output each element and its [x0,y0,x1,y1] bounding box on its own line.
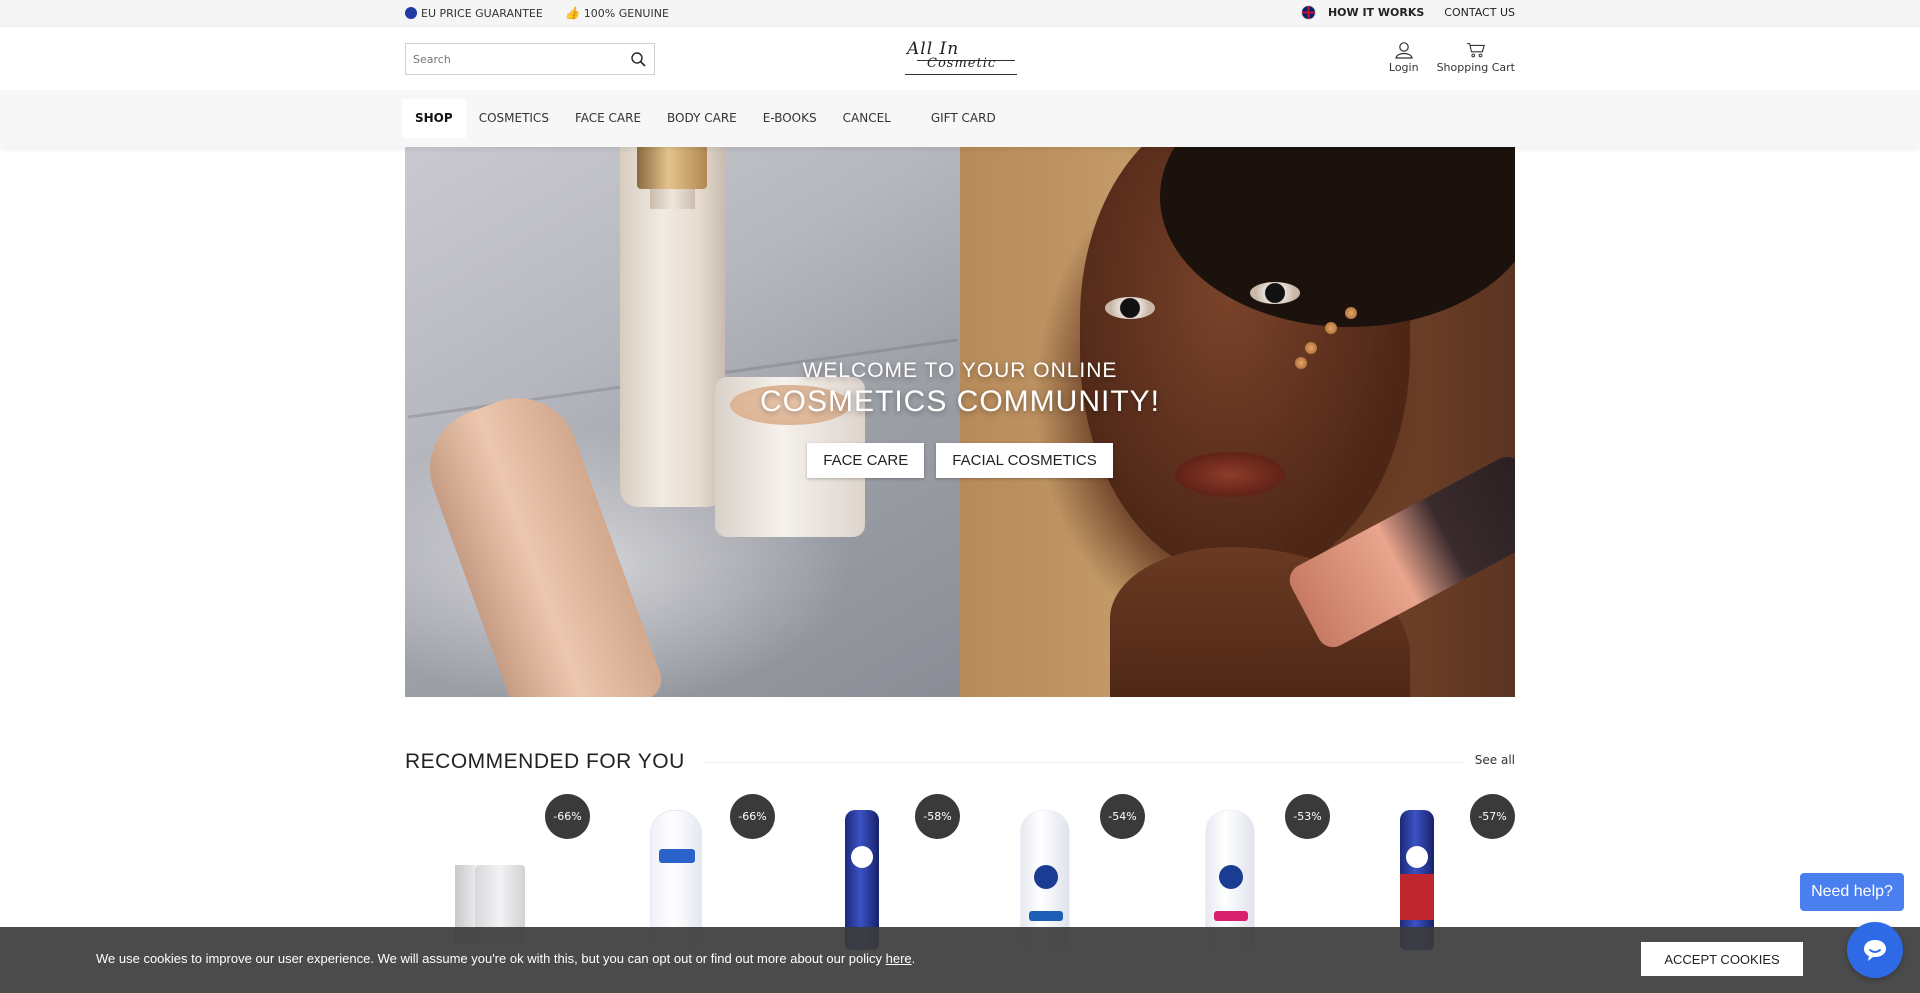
nav-body-care[interactable]: BODY CARE [654,99,750,138]
cart-icon [1466,43,1485,58]
eu-price-guarantee: EU PRICE GUARANTEE [405,6,543,20]
discount-badge: -53% [1285,794,1330,839]
nav-cancel[interactable]: CANCEL [830,99,904,138]
hero-image-model [960,147,1515,697]
hero-banner: WELCOME TO YOUR ONLINE COSMETICS COMMUNI… [405,147,1515,697]
site-header: All In Cosmetic Login Shopping Cart [0,27,1920,90]
discount-badge: -66% [730,794,775,839]
accept-cookies-button[interactable]: ACCEPT COOKIES [1641,942,1803,976]
discount-badge: -54% [1100,794,1145,839]
nav-gift-card[interactable]: GIFT CARD [918,99,1009,138]
search-icon[interactable] [630,51,646,67]
eu-icon [405,7,417,19]
shopping-cart-button[interactable]: Shopping Cart [1437,41,1515,74]
cookie-banner: We use cookies to improve our user exper… [0,927,1920,993]
need-help-button[interactable]: Need help? [1800,873,1904,911]
top-bar: EU PRICE GUARANTEE 👍 100% GENUINE HOW IT… [0,0,1920,27]
nav-face-care[interactable]: FACE CARE [562,99,654,138]
login-button[interactable]: Login [1389,41,1419,74]
nav-shop[interactable]: SHOP [402,99,466,138]
contact-us-link[interactable]: CONTACT US [1444,6,1515,19]
thumbs-up-icon: 👍 [564,6,580,20]
uk-flag-icon[interactable] [1300,5,1316,20]
facial-cosmetics-button[interactable]: FACIAL COSMETICS [936,443,1113,478]
cookie-policy-link[interactable]: here [886,951,912,966]
chat-bubble-icon [1864,940,1886,961]
discount-badge: -58% [915,794,960,839]
see-all-link[interactable]: See all [1464,753,1515,767]
site-logo[interactable]: All In Cosmetic [905,39,1017,79]
search-box [405,43,655,75]
user-icon [1395,42,1413,59]
search-input[interactable] [406,44,616,74]
chat-launcher[interactable] [1847,922,1903,978]
main-nav: SHOP COSMETICS FACE CARE BODY CARE E-BOO… [0,90,1920,147]
cookie-text: We use cookies to improve our user exper… [96,951,886,966]
recommended-section: RECOMMENDED FOR YOU See all [405,750,1515,774]
face-care-button[interactable]: FACE CARE [807,443,925,478]
hero-headline: WELCOME TO YOUR ONLINE COSMETICS COMMUNI… [760,359,1160,418]
discount-badge: -57% [1470,794,1515,839]
genuine-badge: 👍 100% GENUINE [564,6,669,20]
how-it-works-link[interactable]: HOW IT WORKS [1328,6,1424,19]
product-image[interactable] [455,810,525,945]
hero-image-products [405,147,960,697]
nav-cosmetics[interactable]: COSMETICS [466,99,562,138]
nav-e-books[interactable]: E-BOOKS [750,99,830,138]
section-title: RECOMMENDED FOR YOU [405,750,703,774]
discount-badge: -66% [545,794,590,839]
